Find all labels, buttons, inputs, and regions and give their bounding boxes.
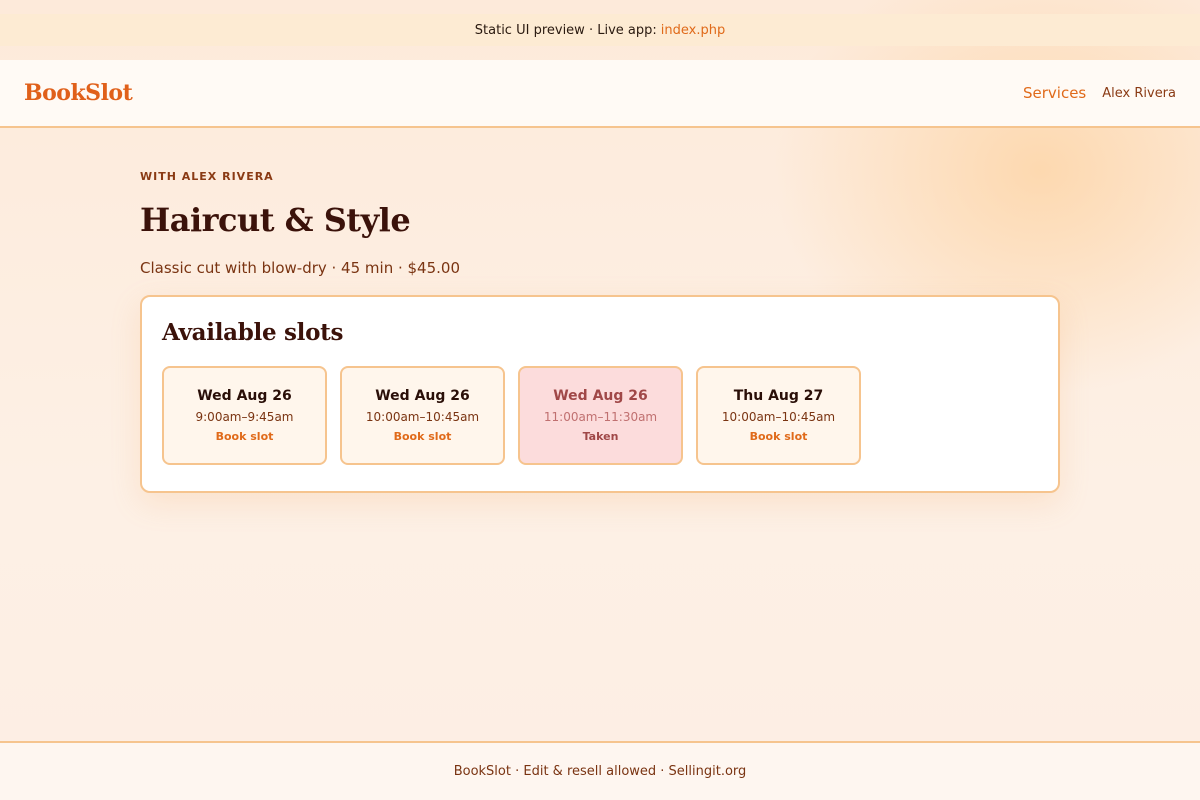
slot-date: Wed Aug 26 bbox=[197, 388, 292, 404]
main-content: WITH ALEX RIVERA Haircut & Style Classic… bbox=[140, 170, 1060, 493]
provider-eyebrow: WITH ALEX RIVERA bbox=[140, 170, 274, 183]
slot-date: Wed Aug 26 bbox=[553, 388, 648, 404]
preview-banner: Static UI preview · Live app: index.php bbox=[0, 14, 1200, 46]
slot-card[interactable]: Wed Aug 26 9:00am–9:45am Book slot bbox=[162, 366, 327, 465]
slot-date: Thu Aug 27 bbox=[733, 388, 824, 404]
site-header: BookSlot Services Alex Rivera bbox=[0, 60, 1200, 128]
brand-logo[interactable]: BookSlot bbox=[24, 80, 133, 106]
service-title: Haircut & Style bbox=[140, 201, 411, 239]
main-nav: Services Alex Rivera bbox=[1023, 84, 1176, 102]
footer-text: BookSlot · Edit & resell allowed · Selli… bbox=[453, 764, 747, 779]
slot-time: 10:00am–10:45am bbox=[721, 410, 836, 424]
slot-card[interactable]: Wed Aug 26 10:00am–10:45am Book slot bbox=[340, 366, 505, 465]
book-slot-button[interactable]: Book slot bbox=[750, 430, 808, 443]
book-slot-button[interactable]: Book slot bbox=[216, 430, 274, 443]
slot-time: 9:00am–9:45am bbox=[195, 410, 294, 424]
preview-banner-text: Static UI preview · Live app: bbox=[474, 22, 657, 38]
live-app-link[interactable]: index.php bbox=[661, 23, 725, 38]
site-footer: BookSlot · Edit & resell allowed · Selli… bbox=[0, 741, 1200, 800]
slot-taken-label: Taken bbox=[582, 430, 619, 443]
slots-panel-title: Available slots bbox=[162, 319, 344, 346]
book-slot-button[interactable]: Book slot bbox=[394, 430, 452, 443]
slot-card-taken: Wed Aug 26 11:00am–11:30am Taken bbox=[518, 366, 683, 465]
slot-card[interactable]: Thu Aug 27 10:00am–10:45am Book slot bbox=[696, 366, 861, 465]
nav-link-services[interactable]: Services bbox=[1023, 84, 1086, 102]
slots-panel: Available slots Wed Aug 26 9:00am–9:45am… bbox=[140, 295, 1060, 493]
user-name[interactable]: Alex Rivera bbox=[1102, 86, 1176, 101]
service-description: Classic cut with blow-dry · 45 min · $45… bbox=[140, 259, 460, 277]
slot-date: Wed Aug 26 bbox=[375, 388, 470, 404]
slot-time: 10:00am–10:45am bbox=[365, 410, 480, 424]
slot-time: 11:00am–11:30am bbox=[543, 410, 658, 424]
slot-list: Wed Aug 26 9:00am–9:45am Book slot Wed A… bbox=[162, 366, 1038, 465]
